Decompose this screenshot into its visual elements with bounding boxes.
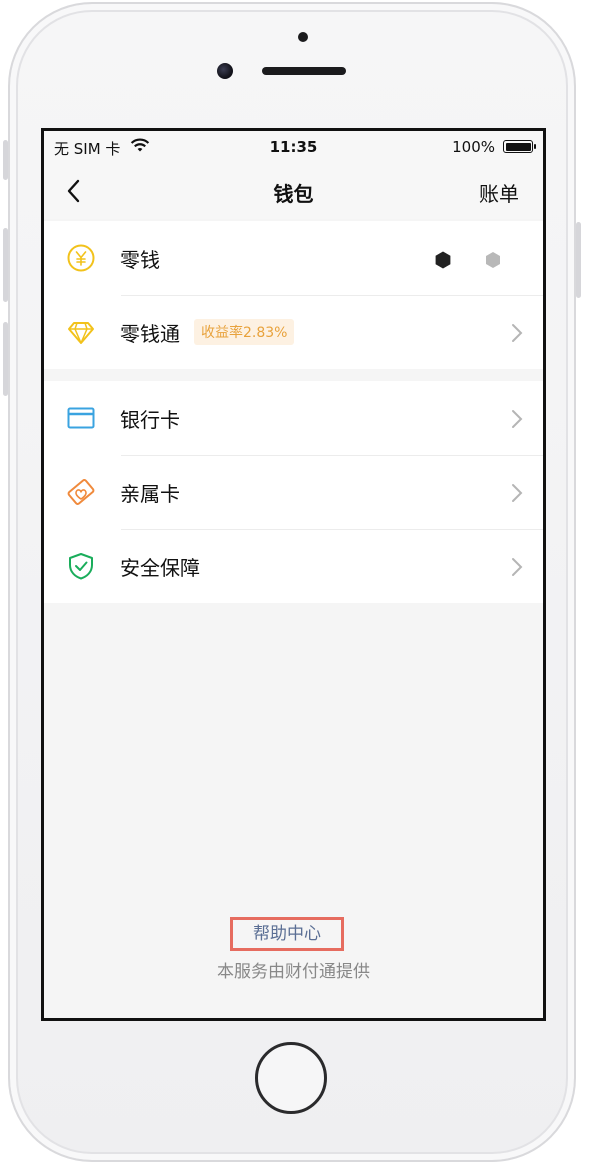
help-center-link[interactable]: 帮助中心	[230, 917, 344, 951]
list-item-label: 零钱通	[120, 322, 180, 346]
diamond-icon	[66, 317, 96, 347]
chevron-right-icon	[511, 483, 523, 503]
mute-switch	[3, 140, 8, 180]
chevron-left-icon	[67, 179, 80, 203]
yield-rate-badge: 收益率2.83%	[194, 319, 295, 345]
page-title: 钱包	[273, 182, 314, 206]
chevron-right-icon	[511, 557, 523, 577]
chevron-right-icon	[511, 323, 523, 343]
volume-up-button	[3, 228, 8, 302]
bank-card-icon	[66, 403, 96, 433]
visibility-toggle[interactable]	[433, 250, 503, 270]
power-button	[576, 222, 581, 298]
list-item-label: 亲属卡	[120, 482, 180, 506]
wallet-balance-group: 零钱 零钱通 收益率2.83%	[44, 221, 543, 369]
cards-group: 银行卡 亲属卡 安全保障	[44, 381, 543, 603]
family-card-icon	[66, 477, 96, 507]
volume-down-button	[3, 322, 8, 396]
yen-coin-icon	[66, 243, 96, 273]
battery-percent: 100%	[452, 138, 495, 156]
chevron-right-icon	[511, 409, 523, 429]
list-item-change[interactable]: 零钱	[44, 221, 543, 295]
nav-bar: 钱包 账单	[44, 165, 543, 219]
shield-check-icon	[66, 551, 96, 581]
battery-icon	[503, 140, 536, 153]
provider-note: 本服务由财付通提供	[217, 962, 370, 982]
phone-screen: 无 SIM 卡 11:35 100% 钱包 账单 零钱 零钱通 收益率2.83%…	[41, 128, 546, 1021]
bill-button[interactable]: 账单	[479, 178, 519, 207]
front-camera	[217, 63, 233, 79]
proximity-sensor	[298, 32, 308, 42]
list-item-label: 安全保障	[120, 556, 200, 580]
status-bar: 无 SIM 卡 11:35 100%	[44, 131, 543, 165]
back-button[interactable]	[62, 175, 92, 207]
list-item-family-card[interactable]: 亲属卡	[44, 455, 543, 529]
list-item-label: 零钱	[120, 248, 160, 272]
list-item-security[interactable]: 安全保障	[44, 529, 543, 603]
list-item-change-plus[interactable]: 零钱通 收益率2.83%	[44, 295, 543, 369]
home-button[interactable]	[255, 1042, 327, 1114]
earpiece-speaker	[262, 67, 346, 75]
list-item-bank-card[interactable]: 银行卡	[44, 381, 543, 455]
list-item-label: 银行卡	[120, 408, 180, 432]
